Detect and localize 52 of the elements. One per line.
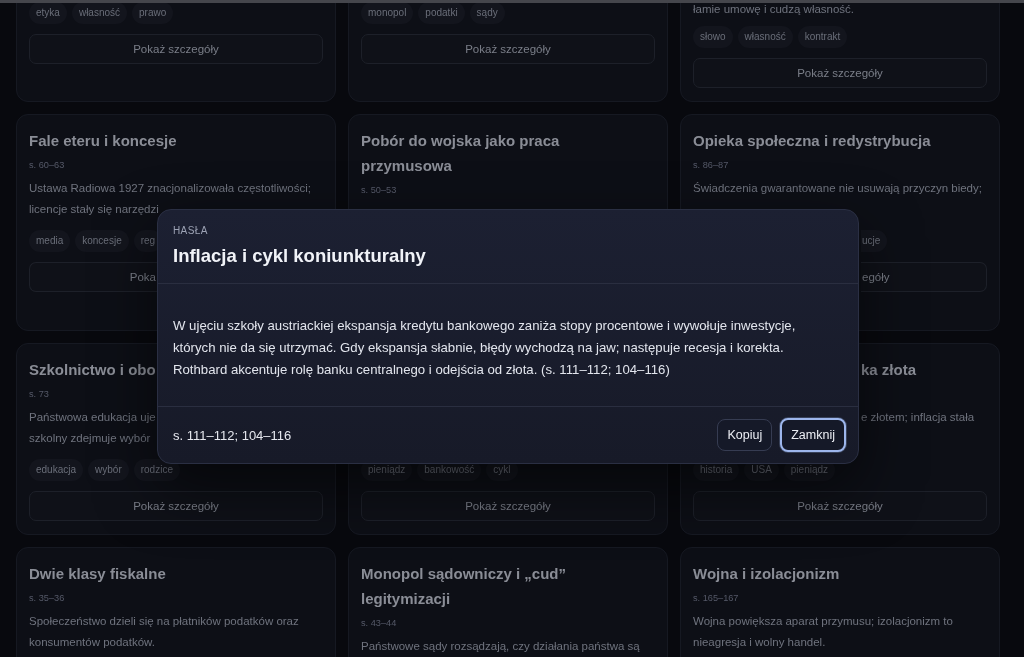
page-range: s. 60–63 — [29, 159, 65, 172]
card-description: Państwowa edukacja uje szkolny zdejmuje wybór — [29, 410, 156, 446]
card-title: Szkolnictwo i obo — [29, 360, 156, 380]
page-range: s. 50–53 — [361, 184, 397, 197]
tag-chip: słowo — [693, 26, 733, 48]
tag-chip: własność — [71, 2, 128, 24]
details-button[interactable]: egóły — [861, 262, 987, 292]
page-range: s. 35–36 — [29, 592, 65, 605]
page-range: s. 86–87 — [693, 159, 729, 172]
card-title: ka złota — [861, 360, 917, 380]
tag-chip: monopol — [361, 2, 414, 24]
card-description: Ustawa Radiowa 1927 znacjonalizowała częstotliwości; licencje stały się narzędzi — [29, 181, 312, 217]
tag-chip: edukacja — [29, 459, 84, 481]
page-range: s. 43–44 — [361, 617, 397, 630]
card-title: Dwie klasy fiskalne — [29, 564, 166, 584]
tag-chip: wybór — [88, 459, 129, 481]
tag-chip: media — [29, 230, 71, 252]
tag-chip: ucje — [861, 230, 888, 252]
page-range: s. 73 — [29, 388, 49, 401]
tag-chip: kontrakt — [797, 26, 848, 48]
tag-chip: koncesje — [75, 230, 129, 252]
card-description: Świadczenia gwarantowane nie usuwają przyczyn biedy; — [693, 181, 982, 196]
details-button[interactable]: Pokaż szczegóły — [361, 491, 655, 521]
card-title: Monopol sądowniczy i „cud” legitymizacji — [361, 564, 567, 609]
details-button[interactable]: Pokaż szczegóły — [29, 34, 323, 64]
details-button[interactable]: Poka — [29, 262, 157, 292]
details-button[interactable]: Pokaż szczegóły — [693, 491, 987, 521]
dialog-title: Inflacja i cykl koniunkturalny — [173, 244, 426, 268]
tag-chip: prawo — [132, 2, 174, 24]
card-title: Pobór do wojska jako praca przymusowa — [361, 131, 561, 176]
dialog-label: HASŁA — [173, 224, 208, 238]
details-button[interactable]: Pokaż szczegóły — [693, 58, 987, 88]
tag-chip: etyka — [29, 2, 67, 24]
page-range: s. 111–112; 104–116 — [173, 427, 292, 443]
card-description: łamie umowę i cudzą własność. — [693, 2, 855, 16]
card-description: Państwowe sądy rozsądzają, czy działania państwa są — [361, 639, 640, 654]
details-button[interactable]: Pokaż szczegóły — [29, 491, 323, 521]
tag-chip: własność — [737, 26, 793, 48]
card-description: Społeczeństwo dzieli się na płatników podatków oraz konsumentów podatków. — [29, 614, 300, 650]
page-range: s. 165–167 — [693, 592, 739, 605]
card-title: Fale eteru i koncesje — [29, 131, 177, 151]
tag-chip: podatki — [418, 2, 465, 24]
details-button[interactable]: Pokaż szczegóły — [361, 34, 655, 64]
card-title: Opieka społeczna i redystrybucja — [693, 131, 931, 151]
card-description: e złotem; inflacja stała — [861, 410, 975, 425]
tag-chip: rodzice — [133, 459, 180, 481]
tag-chip: sądy — [469, 2, 505, 24]
card-description: Wojna powiększa aparat przymusu; izolacjonizm to nieagresja i wolny handel. — [693, 614, 954, 650]
close-button[interactable]: Zamknij — [780, 418, 846, 452]
copy-button[interactable]: Kopiuj — [717, 419, 773, 451]
card-title: Wojna i izolacjonizm — [693, 564, 840, 584]
dialog-text: W ujęciu szkoły austriackiej ekspansja kredytu bankowego zaniża stopy procentowe i wywołuje inwestycje, których nie da się utrzymać. Gdy ekspansja słabnie, błędy wychodzą na jaw; następuje recesja i korekta. Rothbard akcentuje rolę banku centralnego i odejścia od złota. (s. 111–112; 104–116) — [173, 317, 797, 379]
